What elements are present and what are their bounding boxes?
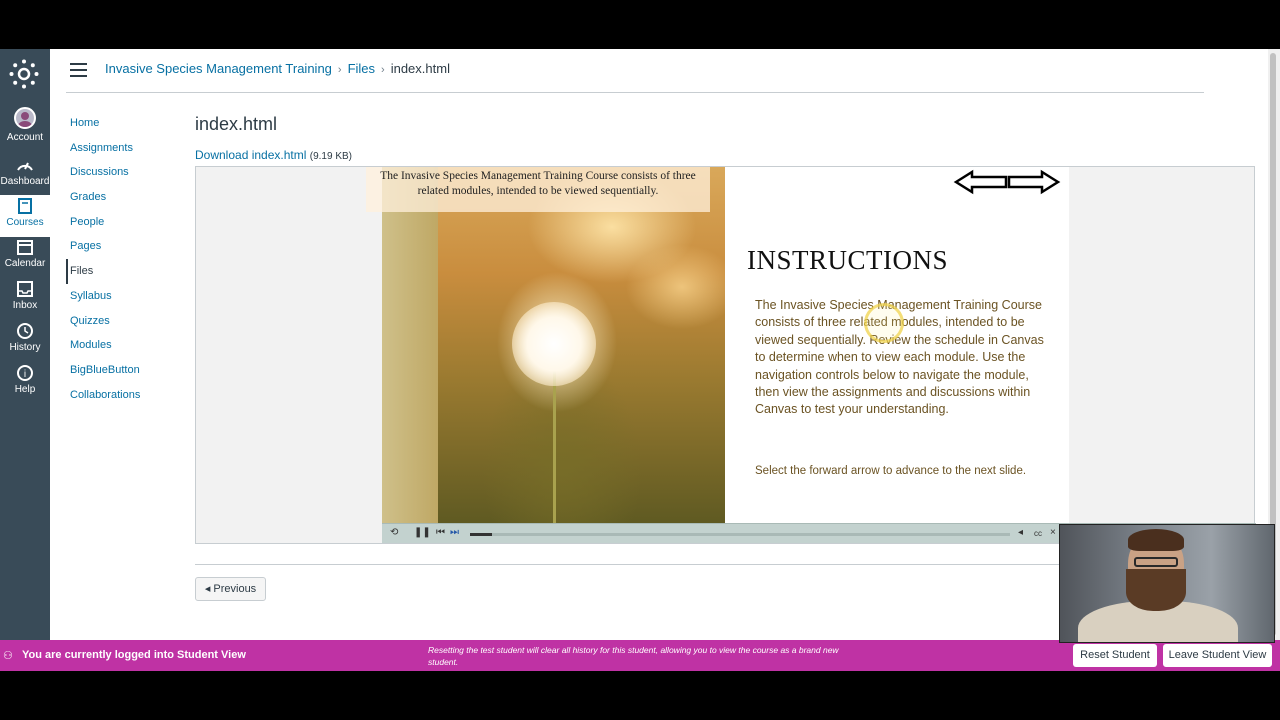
webcam-person-hair <box>1128 529 1184 551</box>
captions-icon[interactable]: cc <box>1034 529 1042 538</box>
global-nav-label: Help <box>14 384 36 395</box>
slide-next-hint: Select the forward arrow to advance to t… <box>755 465 1027 477</box>
letterbox-top <box>0 0 1280 49</box>
breadcrumb-course-link[interactable]: Invasive Species Management Training <box>105 61 332 76</box>
student-view-message: You are currently logged into Student Vi… <box>22 649 246 661</box>
webcam-overlay <box>1059 524 1275 643</box>
progress-track[interactable] <box>470 533 1010 536</box>
global-nav-calendar[interactable]: Calendar <box>0 238 50 278</box>
back-arrow-icon[interactable] <box>953 169 1008 195</box>
page-title: index.html <box>195 114 278 134</box>
student-view-icon: ⚇ <box>3 650 13 662</box>
breadcrumb: Invasive Species Management Training › Fil… <box>105 61 450 76</box>
volume-icon[interactable]: ◂ <box>1018 527 1023 538</box>
hamburger-menu-icon[interactable] <box>70 63 87 77</box>
slide-text-panel: INSTRUCTIONS The Invasive Species Manage… <box>725 167 1069 523</box>
skip-forward-icon[interactable]: ⏭ <box>450 527 459 538</box>
leave-student-view-button[interactable]: Leave Student View <box>1163 644 1272 667</box>
course-nav-modules[interactable]: Modules <box>66 333 176 358</box>
course-nav-quizzes[interactable]: Quizzes <box>66 309 176 334</box>
slide-heading: INSTRUCTIONS <box>747 245 949 275</box>
global-nav-label: History <box>9 342 41 353</box>
breadcrumb-current: index.html <box>390 61 450 76</box>
webcam-person-glasses <box>1134 557 1178 567</box>
global-nav-label: Dashboard <box>0 176 50 187</box>
inbox-icon <box>17 281 33 297</box>
letterbox-bottom <box>0 671 1280 720</box>
dashboard-icon <box>17 162 33 171</box>
global-nav-label: Inbox <box>12 300 38 311</box>
course-nav-bigbluebutton[interactable]: BigBlueButton <box>66 358 176 383</box>
help-icon: i <box>17 365 33 381</box>
header-divider <box>66 92 1204 93</box>
calendar-icon <box>17 240 33 255</box>
global-nav-label: Courses <box>6 217 44 228</box>
courses-icon <box>18 198 32 214</box>
skip-back-icon[interactable]: ⏮ <box>436 527 445 538</box>
footer-divider <box>195 564 1061 565</box>
cursor-highlight <box>864 303 904 343</box>
global-nav-history[interactable]: History <box>0 322 50 362</box>
course-nav-collaborations[interactable]: Collaborations <box>66 383 176 408</box>
course-nav-people[interactable]: People <box>66 210 176 235</box>
canvas-logo-icon[interactable] <box>9 59 39 89</box>
student-view-bar: ⚇ You are currently logged into Student … <box>0 640 1280 671</box>
account-avatar <box>14 107 36 129</box>
player-close-icon[interactable]: × <box>1050 527 1056 538</box>
course-nav-discussions[interactable]: Discussions <box>66 160 176 185</box>
course-nav-syllabus[interactable]: Syllabus <box>66 284 176 309</box>
slide-image-panel <box>382 167 725 523</box>
slide-caption: The Invasive Species Management Training… <box>366 167 710 212</box>
webcam-person-beard <box>1126 569 1186 611</box>
replay-icon[interactable]: ⟲ <box>390 527 398 538</box>
pause-icon[interactable]: ❚❚ <box>414 527 431 538</box>
global-nav-help[interactable]: i Help <box>0 364 50 404</box>
global-nav-courses[interactable]: Courses <box>0 195 50 237</box>
file-size: (9.19 KB) <box>309 151 352 162</box>
student-view-note: Resetting the test student will clear al… <box>428 645 839 667</box>
course-nav-home[interactable]: Home <box>66 111 176 136</box>
breadcrumb-separator-icon: › <box>381 64 385 76</box>
forward-arrow-icon[interactable] <box>1007 169 1061 195</box>
progress-fill <box>470 533 492 536</box>
course-nav: Home Assignments Discussions Grades Peop… <box>66 111 176 407</box>
global-nav: Account Dashboard Courses Calendar Inbox… <box>0 49 50 640</box>
global-nav-label: Account <box>6 132 44 143</box>
download-link[interactable]: Download index.html <box>195 148 306 162</box>
slide-nav-arrows <box>953 169 1061 195</box>
global-nav-account[interactable]: Account <box>0 107 50 147</box>
course-nav-grades[interactable]: Grades <box>66 185 176 210</box>
global-nav-dashboard[interactable]: Dashboard <box>0 156 50 196</box>
course-header: Invasive Species Management Training › Fil… <box>50 49 1268 94</box>
course-nav-files[interactable]: Files <box>66 259 176 284</box>
file-preview-frame: The Invasive Species Management Training… <box>195 166 1256 544</box>
global-nav-label: Calendar <box>4 258 46 269</box>
reset-student-button[interactable]: Reset Student <box>1073 644 1157 667</box>
breadcrumb-separator-icon: › <box>337 64 342 76</box>
history-icon <box>17 323 33 339</box>
download-line: Download index.html (9.19 KB) <box>195 148 352 162</box>
svg-text:i: i <box>24 369 26 380</box>
course-nav-assignments[interactable]: Assignments <box>66 136 176 161</box>
file-content: index.html Download index.html (9.19 KB) <box>195 114 352 162</box>
global-nav-inbox[interactable]: Inbox <box>0 280 50 320</box>
dandelion-seedhead <box>512 302 596 386</box>
course-nav-pages[interactable]: Pages <box>66 234 176 259</box>
photo-edge-strip <box>382 167 438 523</box>
previous-button[interactable]: ◂ Previous <box>195 577 266 601</box>
breadcrumb-files-link[interactable]: Files <box>348 61 375 76</box>
